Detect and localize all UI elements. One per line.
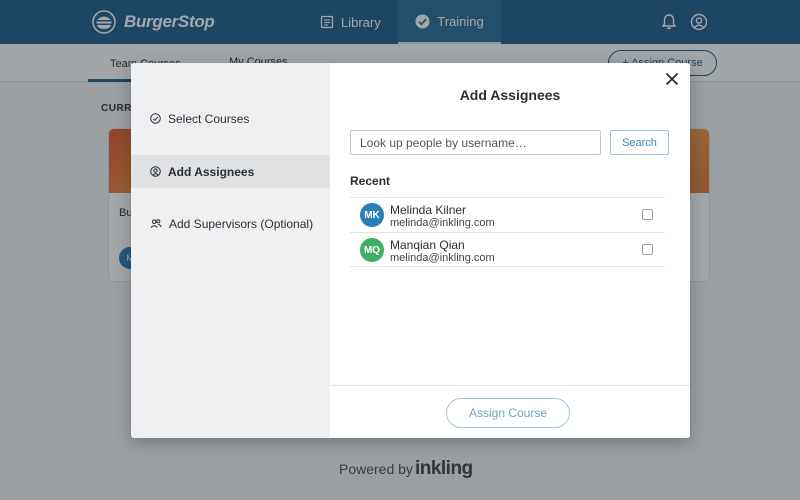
step-select-courses[interactable]: Select Courses [131,102,330,135]
step-label: Add Supervisors (Optional) [169,216,314,231]
person-name: Melinda Kilner [390,203,467,217]
list-item[interactable]: MQ Manqian Qian melinda@inkling.com [350,232,665,267]
modal-title: Add Assignees [459,87,561,103]
recent-heading: Recent [350,174,391,188]
username-search-input[interactable] [350,130,601,155]
person-name: Manqian Qian [390,238,465,252]
search-button[interactable]: Search [610,130,669,155]
assign-course-button[interactable]: Assign Course [446,398,570,428]
recent-people-list: MK Melinda Kilner melinda@inkling.com MQ… [350,197,665,267]
user-circle-icon [150,166,161,177]
avatar: MK [360,203,384,227]
list-item[interactable]: MK Melinda Kilner melinda@inkling.com [350,197,665,232]
step-label: Select Courses [168,111,250,126]
modal-content: Add Assignees Search Recent MK Melinda K… [330,63,690,438]
person-email: melinda@inkling.com [390,252,495,264]
select-checkbox[interactable] [642,209,653,220]
check-circle-icon [150,113,161,124]
avatar: MQ [360,238,384,262]
person-email: melinda@inkling.com [390,217,495,229]
select-checkbox[interactable] [642,244,653,255]
wizard-steps-sidebar: Select Courses Add Assignees Add Supervi… [131,63,330,438]
close-icon[interactable] [664,71,680,87]
step-add-assignees[interactable]: Add Assignees [131,155,330,188]
step-add-supervisors[interactable]: Add Supervisors (Optional) [131,207,330,240]
step-label: Add Assignees [168,164,255,179]
modal-footer: Assign Course [330,385,690,438]
users-icon [150,219,162,228]
assign-course-modal: Select Courses Add Assignees Add Supervi… [131,63,690,438]
